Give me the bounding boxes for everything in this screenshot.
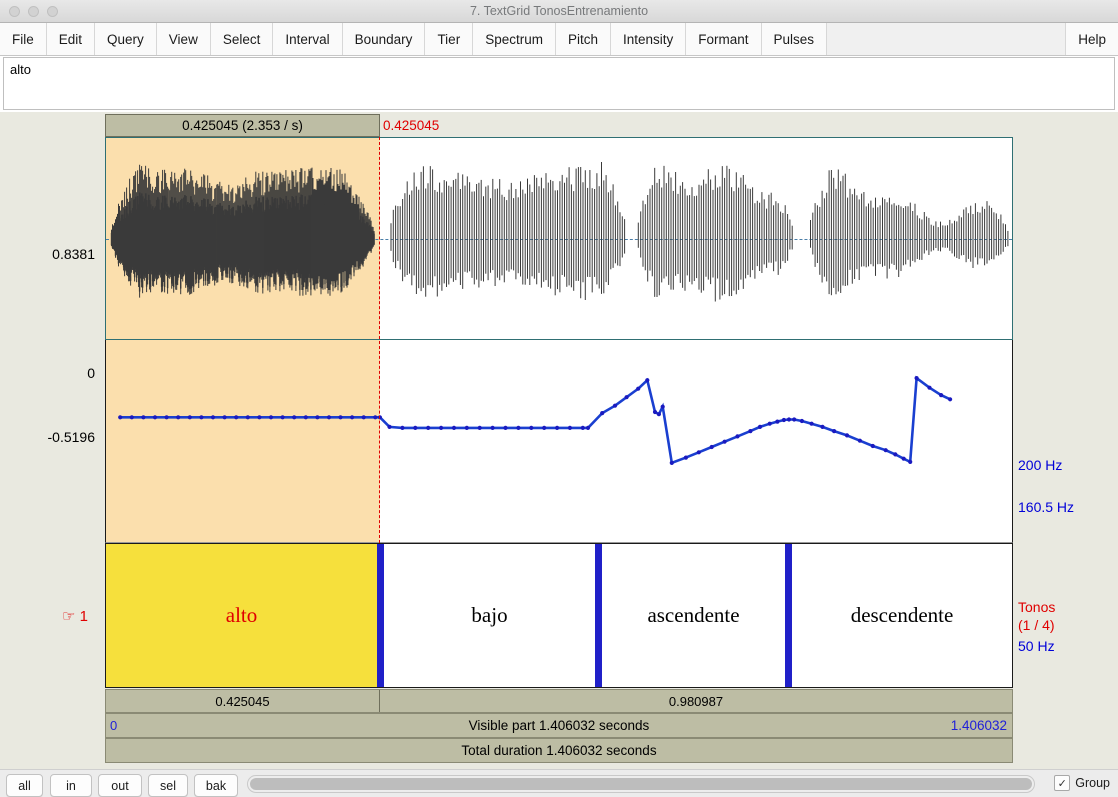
- waveform-zero-label: 0: [87, 365, 95, 381]
- interval-text-value: alto: [10, 62, 31, 77]
- menu-spectrum[interactable]: Spectrum: [473, 23, 556, 55]
- editor-workspace: 0.425045 (2.353 / s) 0.425045 0.8381 0 -…: [0, 112, 1118, 769]
- tier-panel[interactable]: alto bajo ascendente descendente: [105, 543, 1013, 688]
- zoom-in-button[interactable]: in: [50, 774, 92, 797]
- pitch-bottom-label: 50 Hz: [1018, 638, 1055, 654]
- cursor-line: [379, 137, 380, 543]
- group-checkbox-label: Group: [1075, 776, 1110, 790]
- waveform-panel[interactable]: [105, 137, 1013, 340]
- window-title-bar: 7. TextGrid TonosEntrenamiento: [0, 0, 1118, 23]
- menu-formant[interactable]: Formant: [686, 23, 762, 55]
- duration-left-value[interactable]: 0.425045: [106, 690, 380, 712]
- visible-part-label: Visible part 1.406032 seconds: [468, 718, 650, 733]
- menu-intensity[interactable]: Intensity: [610, 23, 687, 55]
- zoom-out-button[interactable]: out: [98, 774, 142, 797]
- menu-edit[interactable]: Edit: [46, 23, 96, 55]
- bottom-toolbar: all in out sel bak ✓ Group: [0, 769, 1118, 797]
- tier-name-line1: Tonos: [1018, 599, 1056, 615]
- tier-interval-alto[interactable]: alto: [106, 544, 377, 687]
- pitch-cursor-label: 160.5 Hz: [1018, 499, 1075, 515]
- zoom-sel-button[interactable]: sel: [148, 774, 188, 797]
- menu-boundary[interactable]: Boundary: [342, 23, 426, 55]
- scrollbar-thumb[interactable]: [250, 778, 1032, 790]
- menu-pitch[interactable]: Pitch: [555, 23, 611, 55]
- total-duration-bar[interactable]: Total duration 1.406032 seconds: [105, 738, 1013, 763]
- selection-end-time: 0.425045: [383, 118, 440, 133]
- visible-part-bar[interactable]: 0 Visible part 1.406032 seconds 1.406032: [105, 713, 1013, 738]
- duration-right-value[interactable]: 0.980987: [380, 690, 1012, 712]
- menu-pulses[interactable]: Pulses: [761, 23, 828, 55]
- interval-text-field[interactable]: alto: [3, 57, 1115, 110]
- visible-end-time: 1.406032: [950, 718, 1007, 733]
- tier-interval-ascendente[interactable]: ascendente: [602, 544, 785, 687]
- pitch-panel[interactable]: [105, 340, 1013, 543]
- menu-bar: File Edit Query View Select Interval Bou…: [0, 23, 1118, 56]
- tier-interval-descendente[interactable]: descendente: [792, 544, 1012, 687]
- group-checkbox[interactable]: ✓ Group: [1054, 775, 1110, 791]
- tier-boundary[interactable]: [785, 544, 792, 687]
- menu-view[interactable]: View: [156, 23, 211, 55]
- tier-name-label: Tonos (1 / 4): [1018, 598, 1055, 634]
- menu-tier[interactable]: Tier: [425, 23, 474, 55]
- waveform-graphic: [110, 162, 1009, 302]
- group-check-glyph[interactable]: ✓: [1054, 775, 1071, 791]
- waveform-min-label: -0.5196: [47, 429, 95, 445]
- selection-duration-bar[interactable]: 0.425045 (2.353 / s): [105, 114, 380, 137]
- zoom-all-button[interactable]: all: [6, 774, 43, 797]
- pitch-top-label: 200 Hz: [1018, 457, 1063, 473]
- pitch-contour-graphic: [118, 375, 953, 465]
- tier-boundary[interactable]: [377, 544, 384, 687]
- interval-duration-bar: 0.425045 0.980987: [105, 689, 1013, 713]
- tier-interval-bajo[interactable]: bajo: [384, 544, 595, 687]
- zoom-back-button[interactable]: bak: [194, 774, 238, 797]
- menu-select[interactable]: Select: [210, 23, 274, 55]
- tier-selected-marker: ☞ 1: [62, 608, 88, 625]
- waveform-max-label: 0.8381: [52, 246, 95, 262]
- tier-name-line2: (1 / 4): [1018, 617, 1055, 633]
- menu-file[interactable]: File: [0, 23, 47, 55]
- horizontal-scrollbar[interactable]: [247, 775, 1035, 793]
- tier-boundary[interactable]: [595, 544, 602, 687]
- menu-query[interactable]: Query: [95, 23, 157, 55]
- window-title: 7. TextGrid TonosEntrenamiento: [469, 4, 649, 18]
- menu-help[interactable]: Help: [1065, 23, 1118, 55]
- menu-bar-filler: [827, 23, 1066, 55]
- menu-interval[interactable]: Interval: [273, 23, 343, 55]
